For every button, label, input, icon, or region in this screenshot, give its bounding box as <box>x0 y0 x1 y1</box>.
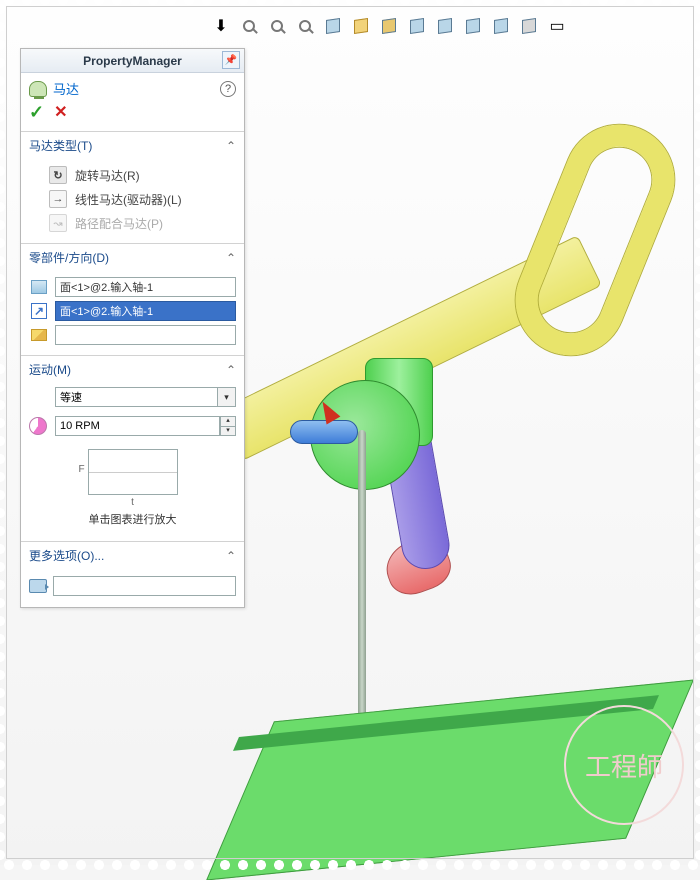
feature-title: 马达 <box>53 79 79 98</box>
option-rotary-label: 旋转马达(R) <box>75 167 140 184</box>
load-bearing-face-field[interactable] <box>53 576 236 596</box>
zoom-area-icon[interactable] <box>266 15 288 37</box>
linear-motor-icon <box>49 190 67 208</box>
chevron-up-icon: ⌃ <box>226 549 236 563</box>
option-linear-label: 线性马达(驱动器)(L) <box>75 191 182 208</box>
zoom-fit-icon[interactable] <box>238 15 260 37</box>
motor-direction-field[interactable] <box>55 301 236 321</box>
section-icon[interactable] <box>322 15 344 37</box>
path-motor-icon: ↝ <box>49 214 67 232</box>
relative-component-field[interactable] <box>55 325 236 345</box>
screen-icon[interactable]: ▭ <box>546 15 568 37</box>
motor-location-icon <box>31 280 47 294</box>
option-path-label: 路径配合马达(P) <box>75 215 163 232</box>
chevron-up-icon: ⌃ <box>226 139 236 153</box>
graph-y-axis-label: F <box>79 464 85 475</box>
section-more-label: 更多选项(O)... <box>29 547 104 564</box>
motor-icon <box>29 81 47 97</box>
cancel-button[interactable]: ✕ <box>54 102 67 123</box>
zoom-prev-icon[interactable] <box>294 15 316 37</box>
watermark: 工程師 <box>564 705 684 825</box>
speed-icon <box>29 417 47 435</box>
chevron-up-icon: ⌃ <box>226 363 236 377</box>
orient-icon[interactable]: ⬇ <box>210 15 232 37</box>
ok-button[interactable]: ✓ <box>29 102 44 123</box>
property-manager-panel: PropertyManager 📌 马达 ? ✓ ✕ 马达类型(T) ⌃ 旋转马… <box>20 48 245 608</box>
relative-component-icon <box>31 329 47 341</box>
motion-graph[interactable]: F <box>88 449 178 495</box>
perspective-icon[interactable] <box>518 15 540 37</box>
chevron-up-icon: ⌃ <box>226 251 236 265</box>
motion-type-dropdown-button[interactable]: ▾ <box>218 387 236 407</box>
option-rotary-motor[interactable]: 旋转马达(R) <box>29 163 236 187</box>
motor-direction-icon[interactable]: ↗ <box>31 303 47 319</box>
speed-increment-button[interactable]: ▴ <box>220 416 236 426</box>
motor-location-field[interactable] <box>55 277 236 297</box>
header-title: PropertyManager <box>83 54 182 68</box>
blue-shaft <box>290 420 358 444</box>
display-shaded-icon[interactable] <box>406 15 428 37</box>
section-component-label: 零部件/方向(D) <box>29 249 109 266</box>
graph-x-axis-label: t <box>29 497 236 508</box>
arm-slot <box>499 108 691 372</box>
display-hidden-icon[interactable] <box>434 15 456 37</box>
option-linear-motor[interactable]: 线性马达(驱动器)(L) <box>29 187 236 211</box>
help-button[interactable]: ? <box>220 81 236 97</box>
speed-field[interactable] <box>55 416 220 436</box>
load-bearing-face-icon <box>29 579 47 593</box>
section-motion-label: 运动(M) <box>29 361 71 378</box>
section-more-header[interactable]: 更多选项(O)... ⌃ <box>21 542 244 569</box>
section-motion-header[interactable]: 运动(M) ⌃ <box>21 356 244 383</box>
section-component-header[interactable]: 零部件/方向(D) ⌃ <box>21 244 244 271</box>
rotary-motor-icon <box>49 166 67 184</box>
draft-analysis-icon[interactable] <box>378 15 400 37</box>
section-motor-type-header[interactable]: 马达类型(T) ⌃ <box>21 132 244 159</box>
graph-hint: 单击图表进行放大 <box>29 508 236 533</box>
pin-panel-button[interactable]: 📌 <box>222 51 240 69</box>
option-path-motor: ↝ 路径配合马达(P) <box>29 211 236 235</box>
view-orient-icon[interactable] <box>350 15 372 37</box>
speed-decrement-button[interactable]: ▾ <box>220 426 236 436</box>
scene-icon[interactable] <box>490 15 512 37</box>
property-manager-header: PropertyManager 📌 <box>21 49 244 73</box>
display-wire-icon[interactable] <box>462 15 484 37</box>
motion-type-select[interactable] <box>55 387 218 407</box>
support-pole <box>358 430 366 740</box>
section-motor-type-label: 马达类型(T) <box>29 137 92 154</box>
heads-up-toolbar: ⬇ ▭ <box>210 12 568 40</box>
